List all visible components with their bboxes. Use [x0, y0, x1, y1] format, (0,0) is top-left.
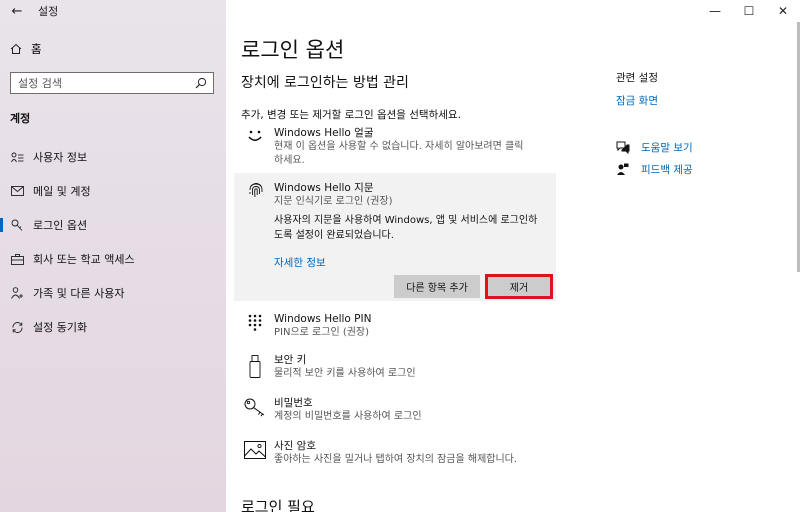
sidebar-item-user-info[interactable]: 사용자 정보: [0, 140, 226, 174]
title-bar: ← 설정: [0, 0, 226, 22]
option-pin[interactable]: Windows Hello PIN PIN으로 로그인 (권장): [241, 312, 559, 340]
sidebar-item-mail[interactable]: 메일 및 계정: [0, 174, 226, 208]
option-title: 보안 키: [274, 354, 307, 366]
sidebar-item-family[interactable]: 가족 및 다른 사용자: [0, 276, 226, 310]
home-label: 홈: [31, 42, 42, 56]
option-desc: PIN으로 로그인 (권장): [274, 327, 370, 338]
feedback-label: 피드백 제공: [641, 163, 693, 176]
sidebar-item-label: 메일 및 계정: [33, 185, 91, 198]
option-title: Windows Hello 지문: [274, 182, 374, 194]
body-line: 도록 설정이 완료되었습니다.: [274, 230, 394, 241]
remove-button[interactable]: 제거: [485, 274, 553, 299]
lock-screen-link[interactable]: 잠금 화면: [616, 93, 786, 108]
back-button[interactable]: ←: [0, 0, 34, 22]
option-desc: 물리적 보안 키를 사용하여 로그인: [274, 368, 416, 379]
maximize-button[interactable]: ☐: [732, 0, 766, 22]
option-face[interactable]: Windows Hello 얼굴 현재 이 옵션을 사용할 수 없습니다. 자세…: [241, 126, 559, 168]
related-settings: 관련 설정 잠금 화면: [616, 70, 786, 108]
search-icon[interactable]: [189, 77, 213, 89]
option-picture-password[interactable]: 사진 암호 좋아하는 사진을 밀거나 탭하여 장치의 잠금을 해제합니다.: [241, 439, 559, 467]
feedback-link[interactable]: 피드백 제공: [616, 158, 786, 180]
instruction-text: 추가, 변경 또는 제거할 로그인 옵션을 선택하세요.: [241, 109, 461, 121]
related-settings-title: 관련 설정: [616, 72, 658, 84]
option-desc: 좋아하는 사진을 밀거나 탭하여 장치의 잠금을 해제합니다.: [274, 454, 518, 465]
smiley-face-icon: [241, 126, 269, 168]
body-line: 사용자의 지문을 사용하여 Windows, 앱 및 서비스에 로그인하: [274, 215, 538, 226]
search-input[interactable]: [11, 73, 189, 93]
get-help-label: 도움말 보기: [641, 141, 693, 154]
sidebar-item-sync[interactable]: 설정 동기화: [0, 310, 226, 344]
close-button[interactable]: ✕: [766, 0, 800, 22]
pin-keypad-icon: [241, 312, 269, 340]
option-title: Windows Hello 얼굴: [274, 127, 374, 139]
user-info-icon: [10, 150, 24, 164]
option-desc: 하세요.: [274, 155, 305, 166]
app-title: 설정: [38, 5, 59, 18]
sign-in-required-heading: 로그인 필요: [241, 498, 315, 512]
password-key-icon: [241, 396, 269, 424]
main-content: — ☐ ✕ 로그인 옵션 장치에 로그인하는 방법 관리 추가, 변경 또는 제…: [226, 0, 800, 512]
home-icon: [10, 43, 22, 54]
option-title: 사진 암호: [274, 440, 316, 452]
fingerprint-body: 사용자의 지문을 사용하여 Windows, 앱 및 서비스에 로그인하 도록 …: [274, 213, 554, 243]
usb-key-icon: [241, 353, 269, 381]
option-security-key[interactable]: 보안 키 물리적 보안 키를 사용하여 로그인: [241, 353, 559, 381]
briefcase-icon: [10, 252, 24, 266]
maximize-icon: ☐: [743, 4, 755, 18]
sync-icon: [10, 320, 24, 334]
option-desc: 지문 인식기로 로그인 (권장): [274, 196, 393, 207]
sidebar-item-sign-in-options[interactable]: 로그인 옵션: [0, 208, 226, 242]
sidebar-item-label: 사용자 정보: [33, 151, 88, 164]
option-title: 비밀번호: [274, 397, 313, 409]
sidebar-item-work-school[interactable]: 회사 또는 학교 액세스: [0, 242, 226, 276]
sidebar-item-label: 가족 및 다른 사용자: [33, 287, 125, 300]
minimize-icon: —: [709, 4, 721, 18]
option-desc: 현재 이 옵션을 사용할 수 없습니다. 자세히 알아보려면 클릭: [274, 141, 524, 152]
sidebar-item-label: 로그인 옵션: [33, 219, 88, 232]
mail-icon: [10, 184, 24, 198]
fingerprint-panel[interactable]: Windows Hello 지문 지문 인식기로 로그인 (권장) 사용자의 지…: [234, 173, 556, 301]
sidebar-item-label: 회사 또는 학교 액세스: [33, 253, 135, 266]
subheading: 장치에 로그인하는 방법 관리: [241, 75, 409, 91]
search-box[interactable]: [10, 72, 214, 94]
sidebar: ← 설정 홈 계정 사용자 정보 메일 및 계정: [0, 0, 226, 512]
chat-bubble-icon: [616, 141, 634, 154]
close-icon: ✕: [777, 4, 789, 18]
section-title: 계정: [10, 112, 31, 125]
page-title: 로그인 옵션: [241, 38, 345, 62]
fingerprint-icon: [242, 181, 270, 199]
option-password[interactable]: 비밀번호 계정의 비밀번호를 사용하여 로그인: [241, 396, 559, 424]
minimize-button[interactable]: —: [698, 0, 732, 22]
back-arrow-icon: ←: [11, 3, 23, 19]
sidebar-item-label: 설정 동기화: [33, 321, 88, 334]
family-icon: [10, 286, 24, 300]
get-help-link[interactable]: 도움말 보기: [616, 136, 786, 158]
window-controls: — ☐ ✕: [698, 0, 800, 22]
sidebar-nav: 사용자 정보 메일 및 계정 로그인 옵션 회사 또는 학교 액세스 가족 및 …: [0, 140, 226, 344]
more-info-link[interactable]: 자세한 정보: [274, 255, 326, 270]
picture-icon: [241, 439, 269, 467]
feedback-icon: [616, 163, 634, 176]
key-icon: [10, 218, 24, 232]
option-desc: 계정의 비밀번호를 사용하여 로그인: [274, 411, 422, 422]
sidebar-item-home[interactable]: 홈: [10, 40, 42, 58]
option-title: Windows Hello PIN: [274, 313, 372, 325]
help-section: 도움말 보기 피드백 제공: [616, 136, 786, 180]
add-another-button[interactable]: 다른 항목 추가: [394, 275, 480, 298]
